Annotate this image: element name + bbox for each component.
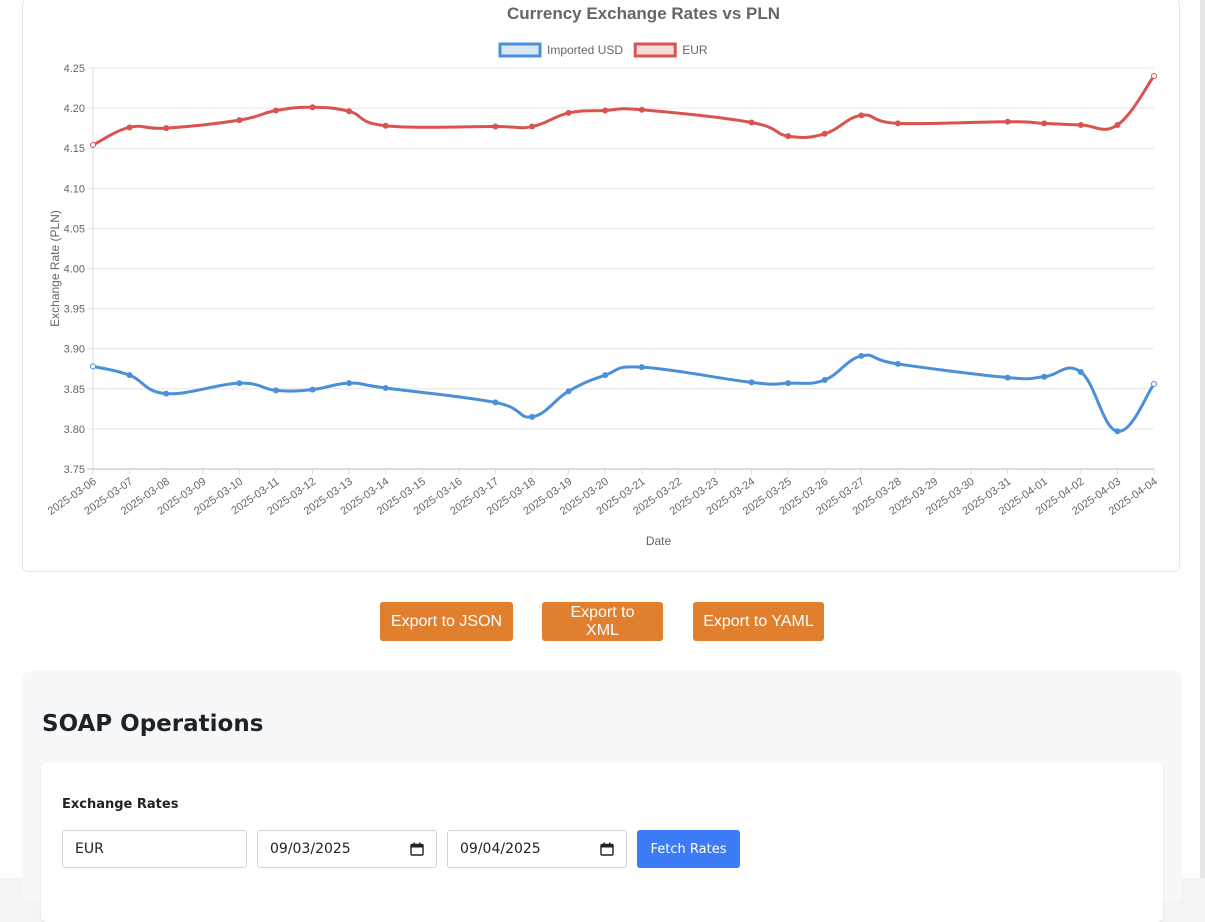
- data-point-usd: [638, 364, 645, 371]
- page: Currency Exchange Rates vs PLN Imported U…: [0, 0, 1200, 922]
- y-tick-label: 3.75: [64, 464, 85, 476]
- data-point-eur: [1004, 118, 1011, 125]
- exchange-rate-chart: Currency Exchange Rates vs PLN Imported U…: [46, 4, 1160, 548]
- y-tick-label: 4.20: [64, 103, 85, 115]
- data-point-usd: [1151, 380, 1157, 387]
- data-point-usd: [309, 386, 316, 393]
- y-axis-title: Exchange Rate (PLN): [48, 210, 62, 327]
- start-date-input[interactable]: 09/03/2025: [257, 830, 437, 868]
- soap-operations-section: SOAP Operations Exchange Rates EUR 09/03…: [22, 671, 1182, 922]
- data-point-usd: [785, 380, 792, 387]
- data-point-usd: [492, 399, 499, 406]
- calendar-icon[interactable]: [600, 842, 614, 856]
- data-point-usd: [529, 413, 536, 420]
- data-point-usd: [1041, 373, 1048, 380]
- y-tick-label: 4.10: [64, 183, 85, 195]
- export-yaml-button[interactable]: Export to YAML: [693, 602, 824, 641]
- data-point-eur: [382, 122, 389, 129]
- data-point-eur: [309, 104, 316, 111]
- y-tick-label: 4.25: [64, 63, 85, 75]
- exchange-rates-title: Exchange Rates: [62, 797, 179, 812]
- calendar-icon[interactable]: [410, 842, 424, 856]
- data-point-eur: [163, 125, 170, 132]
- soap-operations-title: SOAP Operations: [42, 711, 264, 737]
- data-point-eur: [346, 108, 353, 115]
- data-point-eur: [1041, 120, 1048, 127]
- end-date-input[interactable]: 09/04/2025: [447, 830, 627, 868]
- data-point-eur: [126, 124, 133, 131]
- chart-card: Currency Exchange Rates vs PLN Imported U…: [22, 0, 1180, 572]
- data-point-usd: [382, 384, 389, 391]
- y-tick-label: 3.95: [64, 304, 85, 316]
- legend-swatch-1: [498, 42, 542, 58]
- data-point-usd: [894, 360, 901, 367]
- export-buttons: Export to JSON Export to XML Export to Y…: [0, 602, 1200, 642]
- data-point-eur: [1114, 121, 1121, 128]
- start-date-value: 09/03/2025: [270, 841, 351, 857]
- exchange-rates-card: Exchange Rates EUR 09/03/2025 09/04/2025…: [41, 762, 1163, 922]
- data-point-eur: [90, 141, 96, 148]
- data-point-usd: [1114, 428, 1121, 435]
- data-point-eur: [602, 107, 609, 114]
- page-scrollbar[interactable]: [1200, 0, 1205, 878]
- data-point-usd: [748, 379, 755, 386]
- data-point-usd: [821, 376, 828, 383]
- data-point-eur: [785, 133, 792, 140]
- data-point-usd: [90, 363, 96, 370]
- data-point-eur: [638, 106, 645, 113]
- data-point-usd: [858, 352, 865, 359]
- data-point-usd: [1004, 374, 1011, 381]
- data-point-usd: [236, 380, 243, 387]
- data-point-eur: [748, 119, 755, 126]
- legend-swatch-2: [633, 42, 677, 58]
- data-point-usd: [602, 372, 609, 379]
- data-point-eur: [236, 117, 243, 124]
- data-point-usd: [126, 372, 133, 379]
- data-point-usd: [346, 380, 353, 387]
- y-tick-label: 4.05: [64, 223, 85, 235]
- data-point-usd: [565, 388, 572, 395]
- end-date-value: 09/04/2025: [460, 841, 541, 857]
- data-point-eur: [1077, 121, 1084, 128]
- data-point-eur: [272, 107, 279, 114]
- export-json-button[interactable]: Export to JSON: [380, 602, 513, 641]
- y-tick-label: 3.90: [64, 344, 85, 356]
- data-point-usd: [163, 390, 170, 397]
- data-point-eur: [565, 109, 572, 116]
- x-axis-title: Date: [646, 534, 672, 548]
- data-point-eur: [821, 130, 828, 137]
- chart-title: Currency Exchange Rates vs PLN: [507, 4, 780, 23]
- y-tick-label: 3.85: [64, 384, 85, 396]
- currency-input[interactable]: EUR: [62, 830, 247, 868]
- data-point-eur: [492, 123, 499, 130]
- y-tick-label: 4.00: [64, 264, 85, 276]
- y-tick-label: 3.80: [64, 424, 85, 436]
- data-point-usd: [1077, 368, 1084, 375]
- y-tick-label: 4.15: [64, 143, 85, 155]
- data-point-eur: [894, 120, 901, 127]
- series-line-usd: [92, 353, 1156, 433]
- series-line-eur: [92, 75, 1156, 147]
- legend-label-2: EUR: [682, 43, 708, 57]
- data-point-usd: [272, 387, 279, 394]
- fetch-rates-button[interactable]: Fetch Rates: [637, 830, 740, 868]
- data-point-eur: [858, 112, 865, 119]
- data-point-eur: [529, 123, 536, 130]
- export-xml-button[interactable]: Export to XML: [542, 602, 663, 641]
- data-point-eur: [1151, 73, 1157, 80]
- legend-label-1: Imported USD: [547, 43, 623, 57]
